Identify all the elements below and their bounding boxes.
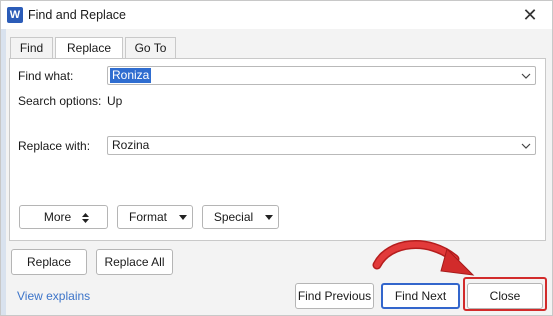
dropdown-arrow-icon: [265, 215, 273, 220]
find-previous-button[interactable]: Find Previous: [295, 283, 374, 309]
replace-with-combobox[interactable]: Rozina: [107, 136, 536, 155]
highlight-annotation: [463, 277, 547, 311]
format-button-label: Format: [128, 210, 167, 224]
more-button-label: More: [43, 210, 72, 224]
replace-all-button[interactable]: Replace All: [96, 249, 173, 275]
replace-with-label: Replace with:: [18, 139, 91, 153]
chevron-down-icon[interactable]: [520, 138, 532, 153]
chevron-down-icon[interactable]: [520, 68, 532, 83]
find-next-button[interactable]: Find Next: [381, 283, 460, 309]
search-options-value: Up: [107, 94, 123, 108]
replace-panel: Find what: Roniza Search options: Up Rep…: [9, 58, 546, 241]
tab-find[interactable]: Find: [10, 37, 53, 59]
background-edge: [1, 1, 6, 315]
dropdown-arrow-icon: [179, 215, 187, 220]
word-app-icon: W: [7, 7, 23, 23]
search-options-label: Search options:: [18, 94, 102, 108]
expand-arrows-icon: [82, 213, 89, 223]
tab-go-to[interactable]: Go To: [125, 37, 176, 59]
find-what-combobox[interactable]: Roniza: [107, 66, 536, 85]
view-explains-link[interactable]: View explains: [17, 289, 90, 303]
find-what-value[interactable]: Roniza: [110, 68, 152, 83]
window-title: Find and Replace: [28, 8, 126, 22]
special-button-label: Special: [213, 210, 254, 224]
replace-button[interactable]: Replace: [11, 249, 87, 275]
special-button[interactable]: Special: [202, 205, 279, 229]
format-button[interactable]: Format: [117, 205, 193, 229]
more-button[interactable]: More: [19, 205, 108, 229]
title-bar: W Find and Replace ✕: [1, 1, 552, 29]
find-what-label: Find what:: [18, 69, 74, 83]
replace-with-value[interactable]: Rozina: [110, 138, 151, 153]
close-icon[interactable]: ✕: [520, 5, 540, 25]
red-arrow-annotation: [372, 240, 475, 276]
find-replace-dialog: W Find and Replace ✕ Find Replace Go To …: [0, 0, 553, 316]
tab-replace[interactable]: Replace: [55, 37, 123, 60]
